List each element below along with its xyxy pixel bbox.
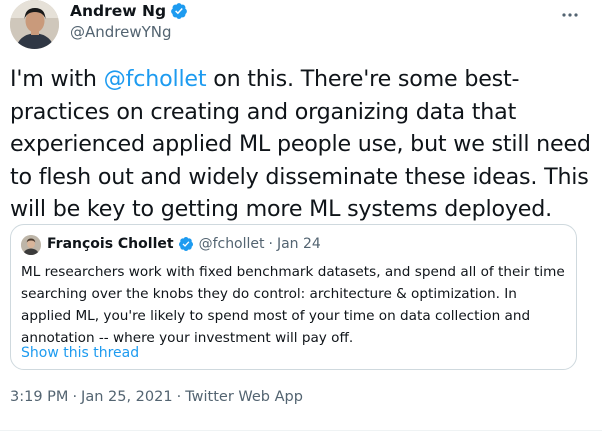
tweet-meta: 3:19 PM · Jan 25, 2021 · Twitter Web App: [10, 389, 303, 405]
separator-dot: ·: [72, 389, 78, 405]
tweet-time[interactable]: 3:19 PM: [10, 389, 68, 405]
tweet-text: I'm with @fchollet on this. There're som…: [10, 63, 598, 226]
more-options-icon[interactable]: [561, 6, 579, 25]
author-name-row[interactable]: Andrew Ng: [70, 2, 188, 20]
divider: [0, 430, 602, 431]
author-name[interactable]: Andrew Ng: [70, 2, 166, 20]
show-thread-link[interactable]: Show this thread: [21, 345, 139, 361]
separator-dot: ·: [268, 236, 273, 252]
source-app[interactable]: Twitter Web App: [185, 389, 303, 405]
author-handle[interactable]: @AndrewYNg: [70, 23, 172, 41]
separator-dot: ·: [176, 389, 182, 405]
tweet-text-before: I'm with: [10, 66, 104, 92]
quote-header: François Chollet @fchollet · Jan 24: [47, 236, 321, 252]
quote-date[interactable]: Jan 24: [277, 236, 321, 252]
quote-avatar[interactable]: [21, 235, 41, 255]
quote-author-handle[interactable]: @fchollet: [199, 236, 265, 252]
quote-author-name[interactable]: François Chollet: [47, 236, 174, 252]
avatar[interactable]: [10, 0, 59, 49]
quote-text: ML researchers work with fixed benchmark…: [21, 264, 565, 346]
mention-link[interactable]: @fchollet: [104, 66, 207, 92]
verified-badge-icon: [178, 236, 194, 252]
quoted-tweet-card[interactable]: François Chollet @fchollet · Jan 24 ML r…: [10, 224, 577, 370]
verified-badge-icon: [170, 2, 188, 20]
tweet-date[interactable]: Jan 25, 2021: [81, 389, 173, 405]
